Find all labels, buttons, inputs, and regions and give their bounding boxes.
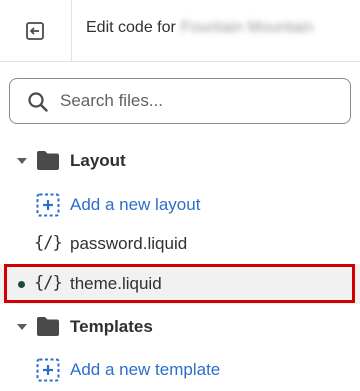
- add-file-icon: [36, 193, 60, 217]
- search-icon: [28, 92, 48, 112]
- folder-templates-label: Templates: [70, 317, 153, 336]
- store-name: Fountain Mountain: [180, 19, 314, 36]
- exit-editor-button[interactable]: [0, 0, 72, 61]
- folder-icon: [37, 317, 59, 336]
- caret-down-icon: [17, 324, 27, 330]
- add-new-template-label: Add a new template: [70, 360, 221, 379]
- add-new-template-link[interactable]: Add a new template: [0, 350, 360, 390]
- add-new-layout-label: Add a new layout: [70, 195, 201, 214]
- liquid-file-icon: {/}: [34, 273, 63, 293]
- caret-down-icon: [17, 158, 27, 164]
- file-theme-label: theme.liquid: [70, 274, 162, 293]
- page-title: Edit code for Fountain Mountain: [86, 19, 313, 37]
- liquid-file-icon: {/}: [34, 233, 63, 253]
- active-file-dot: [18, 281, 25, 288]
- add-new-layout-link[interactable]: Add a new layout: [0, 185, 360, 225]
- editor-header: Edit code for Fountain Mountain: [0, 0, 360, 62]
- file-password-liquid[interactable]: {/} password.liquid: [0, 224, 360, 264]
- search-files-input[interactable]: [60, 87, 340, 115]
- folder-templates[interactable]: Templates: [0, 307, 360, 347]
- file-theme-liquid[interactable]: {/} theme.liquid: [0, 264, 360, 304]
- add-file-icon: [36, 358, 60, 382]
- file-password-label: password.liquid: [70, 234, 188, 253]
- title-prefix: Edit code for: [86, 19, 176, 36]
- exit-editor-icon: [25, 21, 44, 40]
- search-box[interactable]: [9, 78, 351, 124]
- folder-layout-label: Layout: [70, 151, 126, 170]
- folder-icon: [37, 151, 59, 170]
- folder-layout[interactable]: Layout: [0, 141, 360, 181]
